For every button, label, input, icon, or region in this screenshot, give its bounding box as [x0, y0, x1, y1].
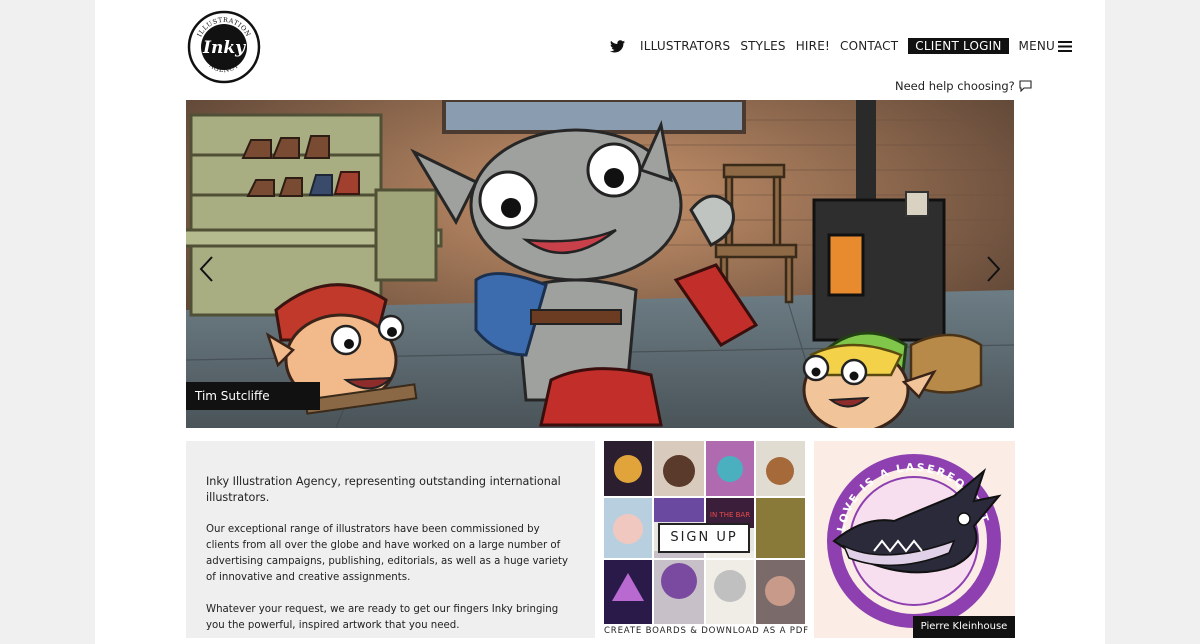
speech-bubble-icon — [1019, 80, 1032, 92]
nav-hire[interactable]: HIRE! — [796, 39, 830, 53]
carousel-next-button[interactable] — [986, 255, 1002, 283]
boards-panel: IN THE BAR SIGN UP CREATE BOARDS & DOWNL… — [604, 441, 809, 638]
twitter-icon[interactable] — [610, 39, 625, 53]
hamburger-icon — [1058, 40, 1073, 52]
svg-text:IN THE BAR: IN THE BAR — [710, 511, 750, 519]
featured-artwork: LOVE IS A LASEREQUEST — [827, 454, 1002, 628]
featured-illustrator-tile[interactable]: LOVE IS A LASEREQUEST Pierre Kleinhouse — [814, 441, 1015, 638]
carousel-prev-button[interactable] — [198, 255, 214, 283]
about-panel: Inky Illustration Agency, representing o… — [186, 441, 595, 638]
about-paragraph-1: Our exceptional range of illustrators ha… — [206, 524, 569, 583]
help-choosing-link[interactable]: Need help choosing? — [895, 79, 1032, 93]
page-container: ILLUSTRATION AGENCY Inky ILLUSTRATORS ST… — [95, 0, 1105, 644]
menu-label: MENU — [1018, 39, 1056, 53]
sign-up-button[interactable]: SIGN UP — [658, 523, 750, 553]
nav-illustrators[interactable]: ILLUSTRATORS — [640, 39, 730, 53]
featured-caption: Pierre Kleinhouse — [913, 616, 1015, 638]
nav-styles[interactable]: STYLES — [740, 39, 785, 53]
menu-button[interactable]: MENU — [1019, 39, 1073, 53]
hero-carousel: Tim Sutcliffe — [186, 100, 1014, 428]
about-paragraph-2: Whatever your request, we are ready to g… — [206, 604, 559, 631]
about-lead: Inky Illustration Agency, representing o… — [206, 475, 561, 504]
client-login-button[interactable]: CLIENT LOGIN — [908, 38, 1009, 54]
help-label: Need help choosing? — [895, 79, 1015, 93]
hero-caption[interactable]: Tim Sutcliffe — [186, 382, 320, 410]
main-nav: ILLUSTRATORS STYLES HIRE! CONTACT CLIENT… — [610, 36, 1073, 56]
nav-contact[interactable]: CONTACT — [840, 39, 898, 53]
boards-subtitle: CREATE BOARDS & DOWNLOAD AS A PDF — [604, 626, 809, 636]
logo-word: Inky — [202, 38, 246, 58]
inky-logo[interactable]: ILLUSTRATION AGENCY Inky — [187, 10, 261, 84]
hero-illustration — [186, 100, 1014, 428]
